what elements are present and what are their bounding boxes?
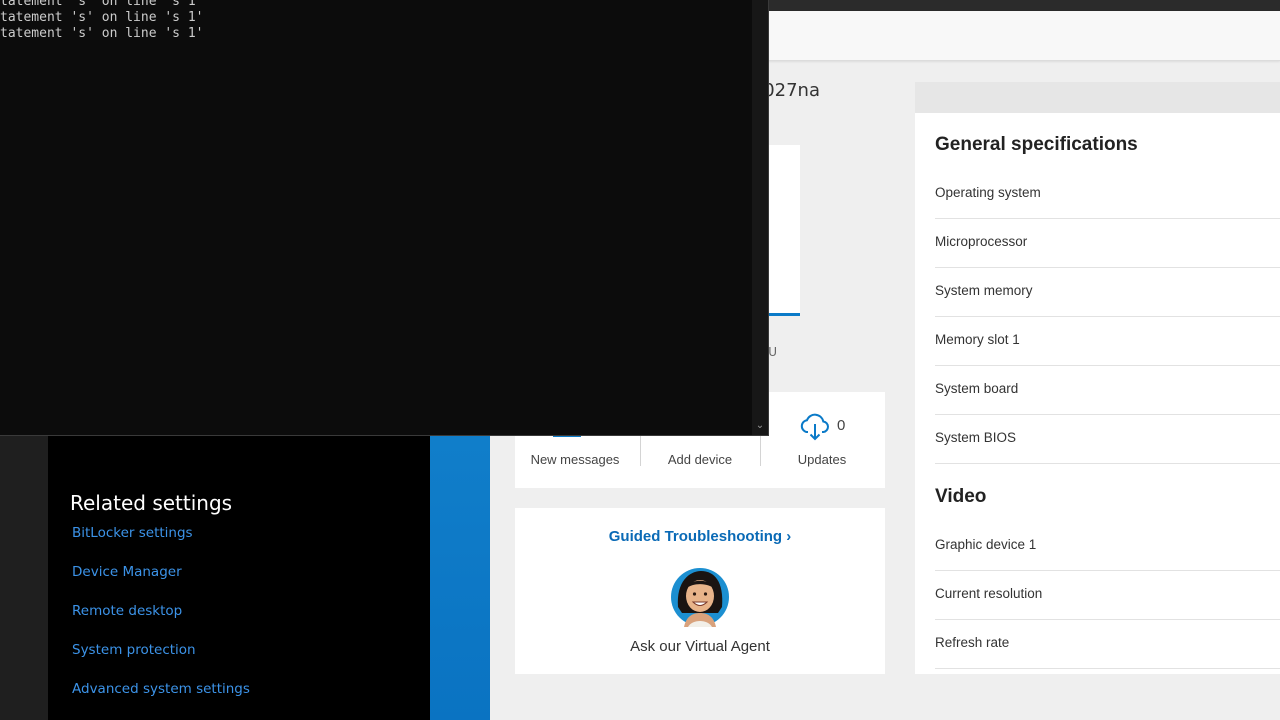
spec-label: Memory slot 1 (935, 332, 1020, 347)
advanced-system-settings-link[interactable]: Advanced system settings (72, 681, 250, 697)
spec-label: System board (935, 381, 1019, 396)
settings-nav-strip (0, 436, 48, 720)
spec-label: Graphic device 1 (935, 537, 1037, 552)
spec-label: System memory (935, 283, 1033, 298)
spec-label: System BIOS (935, 430, 1017, 445)
video-heading: Video (935, 486, 987, 507)
virtual-agent-label[interactable]: Ask our Virtual Agent (515, 638, 885, 655)
specifications-panel: General specifications Operating system … (915, 82, 1280, 674)
new-messages-label: New messages (530, 452, 620, 467)
spec-row-refresh-rate: Refresh rate (935, 621, 1280, 669)
spec-label: Microprocessor (935, 234, 1028, 249)
spec-label: Operating system (935, 185, 1041, 200)
console-line: tatement 's' on line 's 1' (0, 10, 204, 25)
console-line: tatement 's' on line 's 1' (0, 0, 204, 9)
updates-count: 0 (837, 417, 846, 434)
spec-row-system-board: System board (935, 367, 1280, 415)
spec-row-operating-system: Operating system (935, 171, 1280, 219)
spec-row-system-memory: System memory (935, 269, 1280, 317)
spec-row-graphic-device-1: Graphic device 1 (935, 523, 1280, 571)
spec-row-microprocessor: Microprocessor (935, 220, 1280, 268)
console-scrollbar[interactable]: ⌄ (752, 0, 768, 435)
spec-label: Refresh rate (935, 635, 1010, 650)
cloud-download-icon (800, 413, 829, 441)
console-output: tatement 's' on line 's 1' tatement 's' o… (0, 0, 204, 42)
spec-label: Current resolution (935, 586, 1043, 601)
console-line: tatement 's' on line 's 1' (0, 26, 204, 41)
bitlocker-settings-link[interactable]: BitLocker settings (72, 525, 193, 541)
chevron-down-icon[interactable]: ⌄ (755, 421, 765, 431)
remote-desktop-link[interactable]: Remote desktop (72, 603, 182, 619)
virtual-agent-avatar[interactable] (670, 567, 730, 627)
updates-tile[interactable]: 0 Updates (762, 392, 882, 488)
general-specifications-heading: General specifications (935, 134, 1138, 155)
spec-row-memory-slot-1: Memory slot 1 (935, 318, 1280, 366)
updates-label: Updates (797, 452, 847, 467)
guided-troubleshooting-card: Guided Troubleshooting › Ask our Virtual… (515, 508, 885, 674)
related-settings-heading: Related settings (70, 491, 233, 515)
system-protection-link[interactable]: System protection (72, 642, 196, 658)
spec-row-current-resolution: Current resolution (935, 572, 1280, 620)
spec-row-system-bios: System BIOS (935, 416, 1280, 464)
guided-troubleshooting-link[interactable]: Guided Troubleshooting › (515, 528, 885, 545)
device-manager-link[interactable]: Device Manager (72, 564, 182, 580)
console-window[interactable]: tatement 's' on line 's 1' tatement 's' o… (0, 0, 769, 436)
add-device-label: Add device (667, 452, 733, 467)
settings-content: Related settings BitLocker settings Devi… (48, 436, 430, 720)
specifications-panel-header (915, 82, 1280, 113)
